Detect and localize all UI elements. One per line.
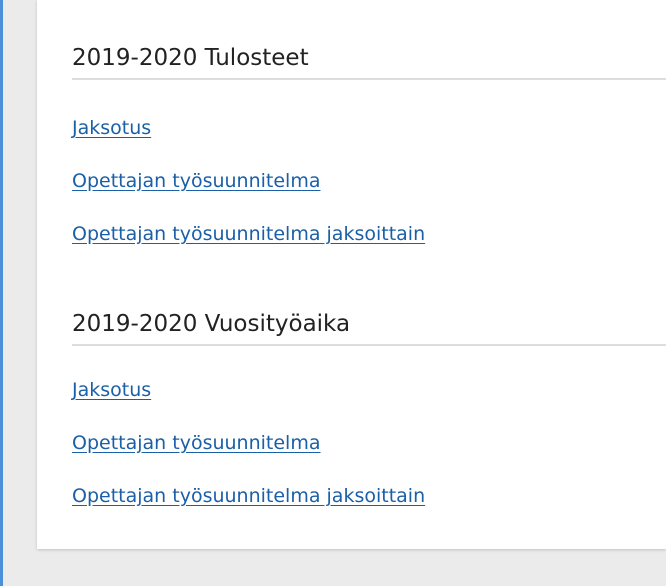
link-opettajan-tyosuunnitelma[interactable]: Opettajan työsuunnitelma [72,431,320,455]
section-title-vuosityoaika: 2019-2020 Vuosityöaika [72,311,351,337]
link-opettajan-tyosuunnitelma-jaksoittain[interactable]: Opettajan työsuunnitelma jaksoittain [72,484,425,508]
section-divider [72,78,666,80]
link-opettajan-tyosuunnitelma[interactable]: Opettajan työsuunnitelma [72,169,320,193]
left-accent-border [0,0,3,586]
section-title-tulosteet: 2019-2020 Tulosteet [72,45,309,71]
reports-panel: 2019-2020 Tulosteet Jaksotus Opettajan t… [37,0,666,549]
link-jaksotus[interactable]: Jaksotus [72,378,151,402]
link-opettajan-tyosuunnitelma-jaksoittain[interactable]: Opettajan työsuunnitelma jaksoittain [72,222,425,246]
section-divider [72,344,666,346]
link-jaksotus[interactable]: Jaksotus [72,116,151,140]
